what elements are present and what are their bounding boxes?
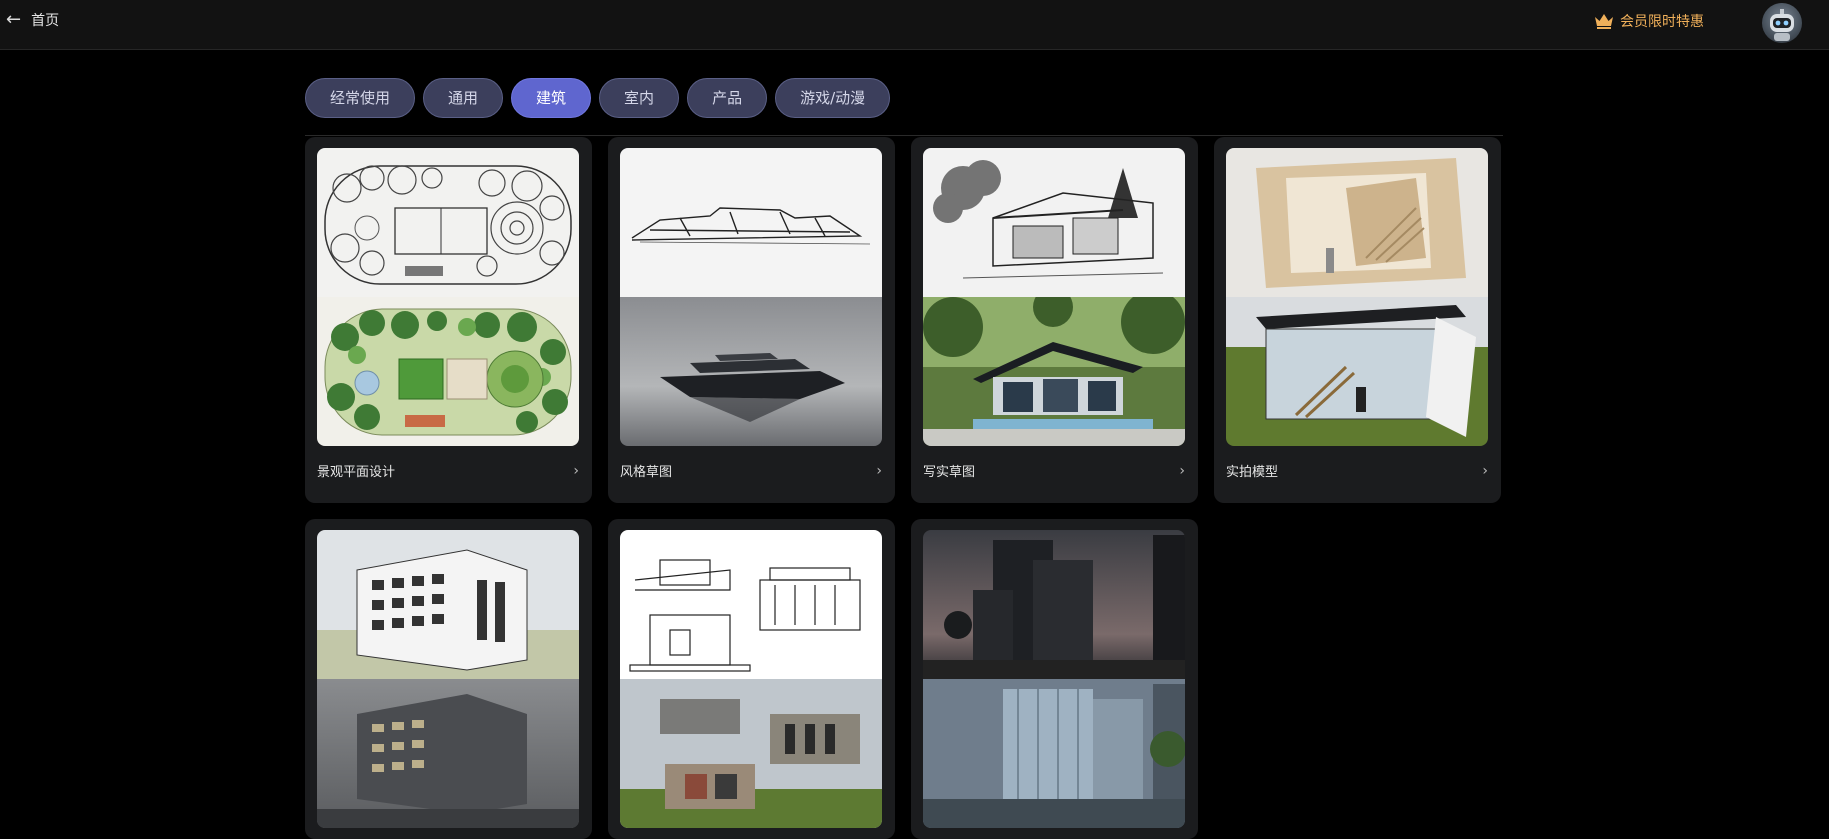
line-sketch-image <box>620 148 882 297</box>
style-card-landscape-plan[interactable]: 景观平面设计 › <box>305 137 592 503</box>
glass-tower-render-image <box>923 679 1185 828</box>
dusk-tower-render-image <box>923 530 1185 679</box>
building-photo-render-image <box>317 679 579 828</box>
crown-icon <box>1595 14 1613 29</box>
member-promo-link[interactable]: 会员限时特惠 <box>1594 11 1704 31</box>
back-label: 首页 <box>31 13 60 29</box>
cardboard-model-image <box>1226 148 1488 297</box>
top-bar: ← 首页 会员限时特惠 <box>0 0 1829 50</box>
tab-interior[interactable]: 室内 <box>599 78 680 118</box>
style-card-physical-model[interactable]: 实拍模型 › <box>1214 137 1501 503</box>
style-card-city-render[interactable] <box>911 519 1198 839</box>
card-thumbnail <box>923 148 1185 446</box>
landscape-sketch-image <box>317 148 579 297</box>
chevron-right-icon: › <box>573 462 579 479</box>
chevron-right-icon: › <box>876 462 882 479</box>
card-caption: 风格草图 › <box>620 461 882 481</box>
model-render-image <box>1226 297 1488 446</box>
futuristic-building-render-image <box>620 297 882 446</box>
modern-house-photo-image <box>923 297 1185 446</box>
style-card-style-sketch[interactable]: 风格草图 › <box>608 137 895 503</box>
promo-label: 会员限时特惠 <box>1620 14 1704 30</box>
card-thumbnail <box>1226 148 1488 446</box>
tab-frequent[interactable]: 经常使用 <box>305 78 416 118</box>
card-thumbnail <box>620 148 882 446</box>
category-tabs: 经常使用 通用 建筑 室内 产品 游戏/动漫 <box>305 78 891 118</box>
chevron-right-icon: › <box>1179 462 1185 479</box>
card-caption: 景观平面设计 › <box>317 461 579 481</box>
house-pencil-sketch-image <box>923 148 1185 297</box>
elevation-line-drawing-image <box>620 530 882 679</box>
tab-game-anime[interactable]: 游戏/动漫 <box>775 78 891 118</box>
chevron-right-icon: › <box>1482 462 1488 479</box>
card-thumbnail <box>620 530 882 828</box>
card-thumbnail <box>317 148 579 446</box>
tab-product[interactable]: 产品 <box>687 78 768 118</box>
elevation-render-image <box>620 679 882 828</box>
card-title: 景观平面设计 <box>317 465 396 480</box>
style-card-elevation-drawing[interactable] <box>608 519 895 839</box>
card-title: 实拍模型 <box>1226 465 1279 480</box>
style-card-building-render[interactable] <box>305 519 592 839</box>
tab-architecture[interactable]: 建筑 <box>511 78 592 118</box>
arrow-left-icon: ← <box>6 9 22 30</box>
card-thumbnail <box>317 530 579 828</box>
card-thumbnail <box>923 530 1185 828</box>
robot-avatar-image <box>1770 9 1794 41</box>
card-title: 风格草图 <box>620 465 673 480</box>
style-card-realistic-sketch[interactable]: 写实草图 › <box>911 137 1198 503</box>
card-title: 写实草图 <box>923 465 976 480</box>
landscape-color-plan-image <box>317 297 579 446</box>
divider <box>305 135 1503 136</box>
card-caption: 实拍模型 › <box>1226 461 1488 481</box>
avatar[interactable] <box>1762 3 1802 43</box>
tab-general[interactable]: 通用 <box>423 78 504 118</box>
card-caption: 写实草图 › <box>923 461 1185 481</box>
sketchup-model-image <box>317 530 579 679</box>
back-button[interactable]: ← 首页 <box>6 10 59 30</box>
